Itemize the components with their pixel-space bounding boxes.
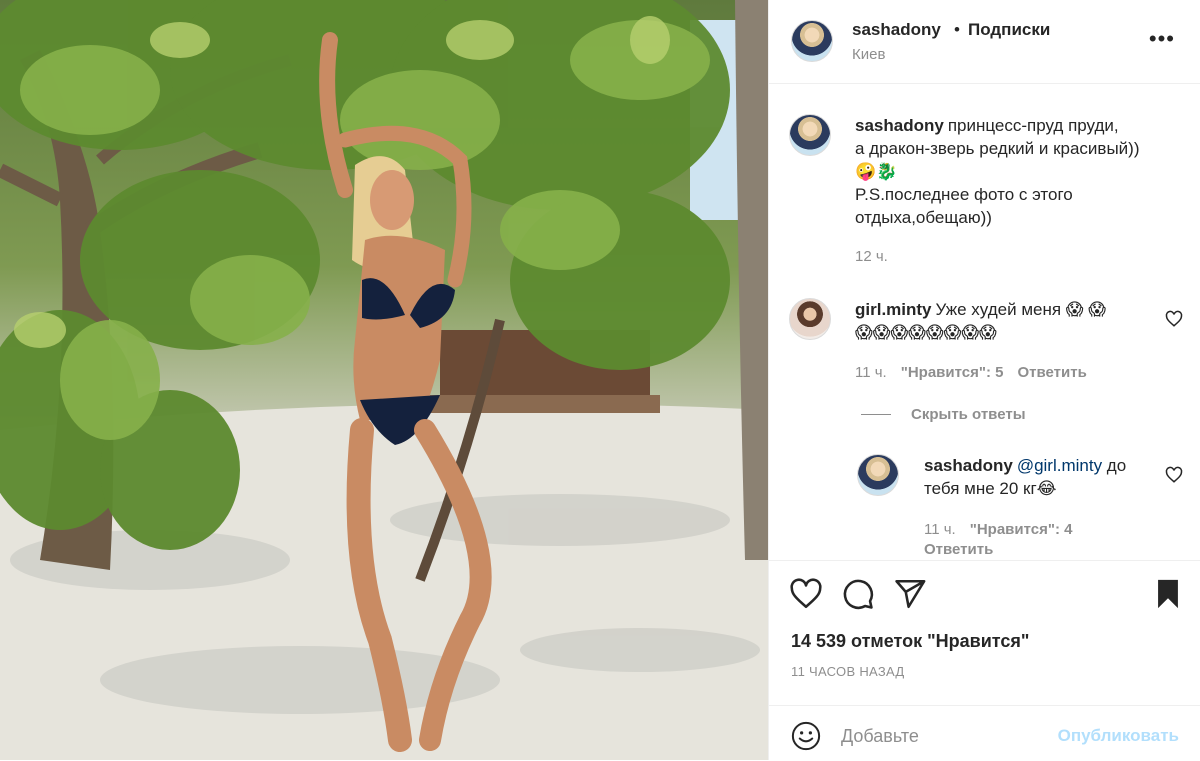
reply-mention[interactable]: @girl.minty [1017,456,1102,475]
comment-age: 11 ч. [855,364,887,381]
comment-text: girl.minty Уже худей меня 😱 😱 😱😱😱😱😱😱😱😱 [855,298,1175,344]
comment-icon[interactable] [841,577,875,611]
post-actions: 14 539 отметок "Нравится" 11 ЧАСОВ НАЗАД… [769,560,1200,760]
comment-input[interactable] [841,720,1041,752]
post-side-panel: sashadony • Подписки Киев ••• sashadony п… [768,0,1200,760]
caption-line-4: отдыха,обещаю)) [855,208,992,227]
comment-likes-count[interactable]: "Нравится": 5 [901,364,1004,381]
post-photo[interactable] [0,0,768,760]
reply-avatar[interactable] [857,454,899,496]
reply-age: 11 ч. [924,521,956,538]
comment-emoji-line: 😱😱😱😱😱😱😱😱 [855,323,997,342]
bookmark-icon[interactable] [1151,577,1185,611]
caption-username[interactable]: sashadony [855,116,944,135]
reply-body-a: до [1102,456,1127,475]
likes-count[interactable]: 14 539 отметок "Нравится" [791,631,1029,652]
separator-dot: • [954,20,960,39]
more-icon[interactable]: ••• [1149,28,1175,50]
commenter-avatar[interactable] [789,298,831,340]
author-avatar[interactable] [791,20,833,62]
caption-text: sashadony принцесс-пруд пруди, а дракон-з… [855,114,1175,229]
reply-reply-button[interactable]: Ответить [924,541,993,558]
add-comment-bar: Опубликовать [769,705,1200,761]
hide-replies-button[interactable]: Скрыть ответы [861,406,1026,423]
author-username[interactable]: sashadony [852,20,941,40]
hide-replies-label: Скрыть ответы [911,406,1026,423]
comment-body: Уже худей меня 😱 😱 [935,300,1106,319]
post-location[interactable]: Киев [852,46,885,63]
comment-reply-button[interactable]: Ответить [1018,364,1087,381]
comments-list[interactable]: sashadony принцесс-пруд пруди, а дракон-з… [769,84,1200,560]
hide-replies-line [861,414,891,415]
caption-age: 12 ч. [855,248,888,265]
caption-avatar[interactable] [789,114,831,156]
comment-like-icon[interactable] [1165,310,1183,328]
photo-illustration [0,0,768,760]
comment-meta: 11 ч. "Нравится": 5 Ответить [855,364,1087,381]
reply-text: sashadony @girl.minty до тебя мне 20 кг😂 [924,454,1164,500]
following-button[interactable]: Подписки [968,20,1050,40]
caption-line-3: P.S.последнее фото с этого [855,185,1073,204]
heart-icon[interactable] [789,577,823,611]
reply-likes-count[interactable]: "Нравится": 4 [970,521,1073,538]
post-view: sashadony • Подписки Киев ••• sashadony п… [0,0,1200,760]
post-header: sashadony • Подписки Киев ••• [769,0,1200,84]
share-icon[interactable] [893,577,927,611]
caption-emojis: 🤪🐉 [855,162,898,181]
publish-button[interactable]: Опубликовать [1058,726,1179,746]
reply-body-b: тебя мне 20 кг😂 [924,479,1057,498]
post-time-ago: 11 ЧАСОВ НАЗАД [791,664,905,679]
reply-username[interactable]: sashadony [924,456,1013,475]
commenter-username[interactable]: girl.minty [855,300,932,319]
reply-like-icon[interactable] [1165,466,1183,484]
reply-meta: 11 ч. "Нравится": 4 Ответить [924,520,1164,560]
caption-line-1: принцесс-пруд пруди, [947,116,1119,135]
caption-line-2: а дракон-зверь редкий и красивый)) [855,139,1140,158]
emoji-icon[interactable] [791,721,821,751]
